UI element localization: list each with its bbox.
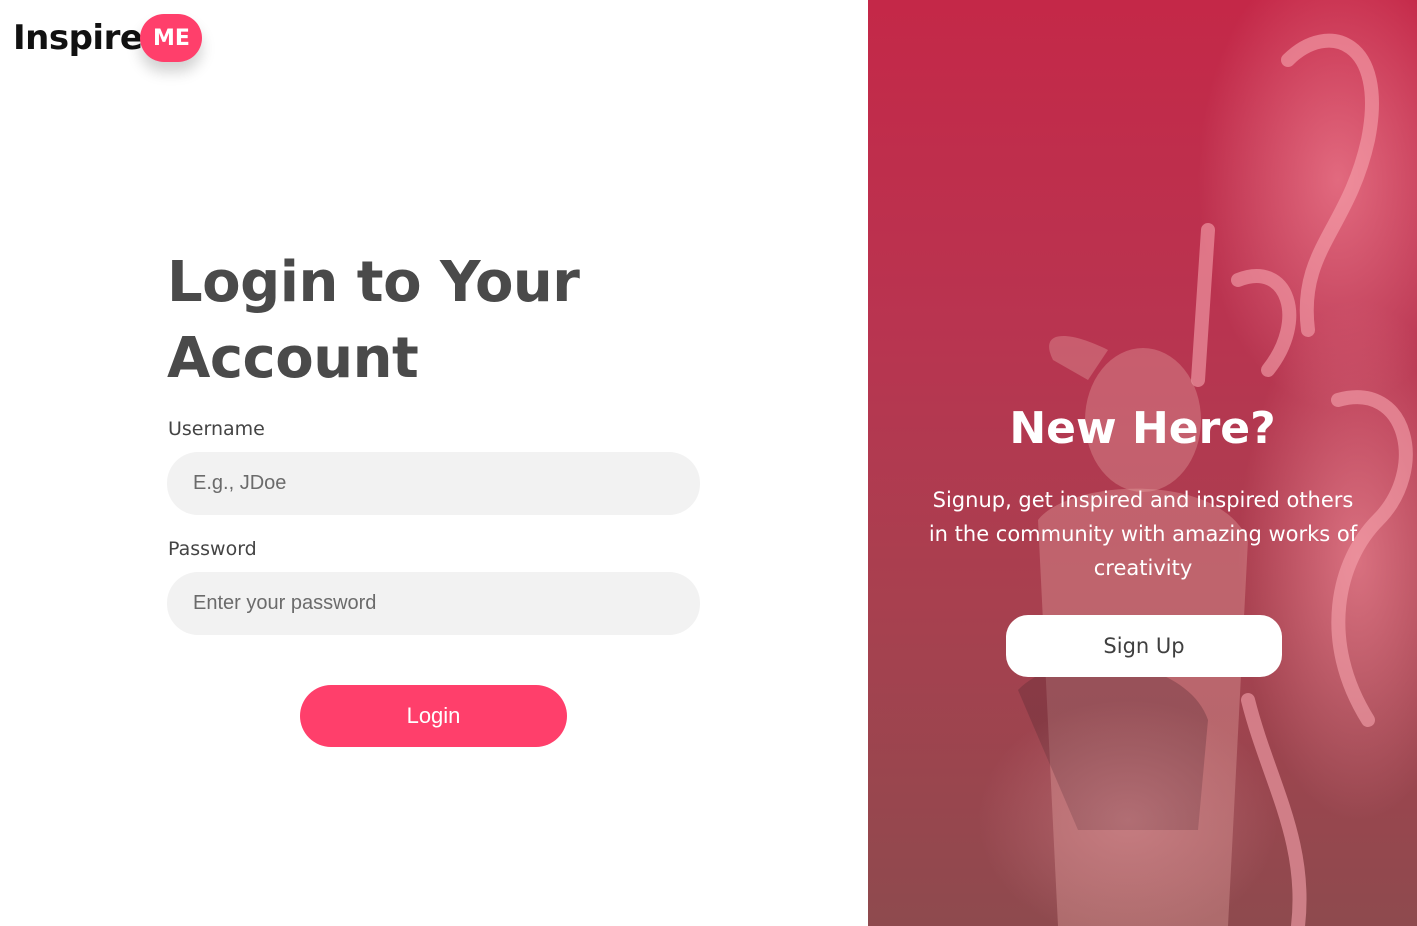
- password-input[interactable]: [167, 572, 700, 635]
- username-label: Username: [168, 418, 265, 440]
- signup-content: New Here? Signup, get inspired and inspi…: [868, 0, 1417, 926]
- logo-badge: ME: [140, 14, 203, 62]
- username-input[interactable]: [167, 452, 700, 515]
- password-label: Password: [168, 538, 257, 560]
- logo[interactable]: Inspire ME: [13, 14, 203, 62]
- logo-text: Inspire: [13, 18, 143, 58]
- signup-panel: New Here? Signup, get inspired and inspi…: [868, 0, 1417, 926]
- login-panel: Inspire ME Login to Your Account Usernam…: [0, 0, 868, 926]
- page-title: Login to Your Account: [167, 250, 580, 391]
- signup-heading: New Here?: [1009, 403, 1276, 454]
- signup-button[interactable]: Sign Up: [1006, 615, 1282, 677]
- login-button[interactable]: Login: [300, 685, 567, 747]
- signup-description: Signup, get inspired and inspired others…: [928, 488, 1358, 580]
- login-page: Inspire ME Login to Your Account Usernam…: [0, 0, 1417, 926]
